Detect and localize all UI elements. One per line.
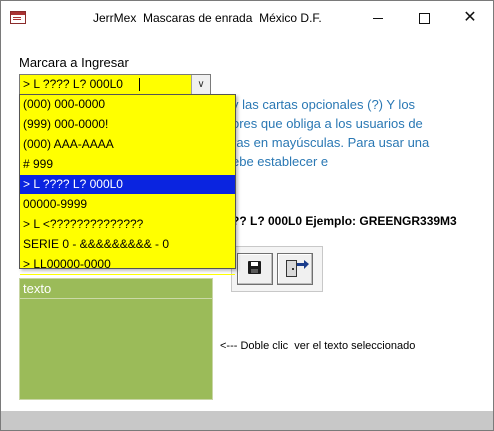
description-line: y las cartas opcionales (?) Y los [232,97,416,112]
mask-combobox[interactable]: > L ???? L? 000L0 ∨ [19,74,211,95]
maximize-icon [419,13,430,24]
dropdown-item[interactable]: > L <?????????????? [20,215,235,235]
textbox-divider [20,298,212,299]
description-line: ebe establecer e [232,154,329,169]
dropdown-item-selected[interactable]: > L ???? L? 000L0 [20,175,235,195]
exit-arrow-icon [297,260,309,269]
app-form-icon[interactable] [10,11,26,24]
combo-value[interactable]: > L ???? L? 000L0 [23,77,123,91]
dropdown-item[interactable]: 00000-9999 [20,195,235,215]
close-icon: ✕ [463,9,477,26]
minimize-button[interactable] [355,1,401,35]
maximize-button[interactable] [401,1,447,35]
description-line: ras en mayúsculas. Para usar una [232,135,430,150]
text-caret [139,78,140,91]
text-output-box[interactable]: texto [19,278,213,400]
title-bar: JerrMex Mascaras de enrada México D.F. ✕ [1,1,493,35]
exit-door-icon [286,260,297,277]
dropdown-item[interactable]: # 999 [20,155,235,175]
action-panel [231,246,323,292]
close-button[interactable]: ✕ [447,1,493,35]
mask-example: ?? L? 000L0 Ejemplo: GREENGR339M3 [232,214,457,228]
form-body: Marcara a Ingresar > L ???? L? 000L0 ∨ y… [1,36,493,430]
save-button[interactable] [237,253,273,285]
dropdown-item[interactable]: (000) 000-0000 [20,95,235,115]
mask-dropdown-list[interactable]: (000) 000-0000 (999) 000-0000! (000) AAA… [19,94,236,275]
minimize-icon [373,18,383,19]
dropdown-item[interactable]: SERIE 0 - &&&&&&&&& - 0 [20,235,235,255]
floppy-disk-icon [248,261,261,274]
mask-description: y las cartas opcionales (?) Y los ores q… [232,95,464,171]
chevron-down-icon: ∨ [197,79,205,90]
dropdown-item[interactable]: > LL00000-0000 [20,255,235,275]
textbox-label: texto [23,281,52,296]
dropdown-item[interactable]: (000) AAA-AAAA [20,135,235,155]
dropdown-button[interactable]: ∨ [191,75,210,94]
window-title: JerrMex Mascaras de enrada México D.F. [93,11,322,25]
status-bar [1,411,493,430]
app-window: JerrMex Mascaras de enrada México D.F. ✕… [0,0,494,431]
exit-button[interactable] [277,253,313,285]
mask-field-label: Marcara a Ingresar [19,55,129,70]
doubleclick-hint: <--- Doble clic ver el texto seleccionad… [220,340,416,352]
description-line: ores que obliga a los usuarios de [232,116,423,131]
dropdown-item[interactable]: (999) 000-0000! [20,115,235,135]
